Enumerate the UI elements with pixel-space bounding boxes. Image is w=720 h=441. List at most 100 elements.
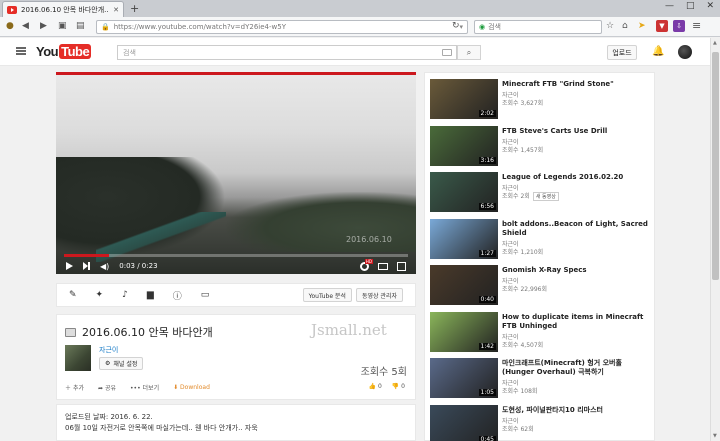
upload-button[interactable]: 업로드 (607, 45, 637, 60)
gear-icon: ⚙ (105, 360, 111, 367)
youtube-logo[interactable]: You Tube (36, 44, 92, 59)
related-video-title[interactable]: How to duplicate items in Minecraft FTB … (502, 313, 650, 331)
browser-menu-icon[interactable]: ● (6, 21, 14, 31)
browser-tab-title: 2016.06.10 안목 바다안개... (21, 5, 110, 14)
reload-icon[interactable]: ↻ (452, 21, 460, 31)
more-label: 더보기 (142, 385, 160, 392)
video-title: 2016.06.10 안목 바다안개 (82, 326, 213, 339)
video-frame[interactable]: 2016.06.10 (56, 72, 416, 274)
related-video-item[interactable]: 1:05 마인크래프트(Minecraft) 헝거 오버홀 (Hunger Ove… (430, 358, 650, 398)
annotations-icon[interactable]: ▆ (147, 290, 154, 300)
dislike-button[interactable]: 👎 0 (392, 383, 405, 390)
next-icon[interactable] (83, 262, 90, 270)
browser-search-bar[interactable]: ◉ 검색 (474, 20, 602, 34)
video-thumbnail[interactable]: 0:45 (430, 404, 498, 441)
related-video-item[interactable]: 6:56 League of Legends 2016.02.20 자근이 조회수 2… (430, 172, 650, 212)
account-avatar[interactable] (678, 45, 692, 59)
related-video-views: 조회수 1,457회 (502, 146, 544, 154)
video-thumbnail[interactable]: 1:27 (430, 218, 498, 259)
related-video-title[interactable]: Gnomish X-Ray Specs (502, 266, 650, 275)
edit-pencil-icon[interactable]: ✎ (69, 290, 77, 300)
search-engine-icon: ◉ (479, 23, 486, 31)
subtitles-icon[interactable]: ▭ (201, 290, 210, 300)
video-date-watermark: 2016.06.10 (346, 235, 392, 244)
new-tab-button[interactable]: + (130, 2, 139, 15)
page-scrollbar[interactable]: ▲ ▼ (710, 38, 720, 441)
info-cards-icon[interactable]: ⓘ (173, 289, 182, 302)
progress-bar[interactable] (64, 254, 408, 257)
fullscreen-icon[interactable] (397, 261, 406, 271)
audio-music-icon[interactable]: ♪ (122, 290, 128, 300)
cursor-icon[interactable]: ➤ (638, 21, 646, 31)
video-thumbnail[interactable]: 0:40 (430, 265, 498, 305)
youtube-favicon-icon (7, 5, 17, 14)
like-button[interactable]: 👍 0 (369, 383, 382, 390)
minimize-icon[interactable]: — (665, 1, 674, 11)
scroll-up-icon[interactable]: ▲ (713, 40, 717, 46)
channel-settings-button[interactable]: ⚙ 채널 설정 (99, 357, 144, 370)
related-video-title[interactable]: FTB Steve's Carts Use Drill (502, 127, 650, 136)
play-icon[interactable] (66, 262, 73, 270)
dropdown-icon[interactable]: ▾ (459, 23, 463, 31)
like-count: 0 (377, 383, 382, 390)
related-video-item[interactable]: 0:45 도현성, 파이널판타지10 리마스터 자근이 조회수 62회 (430, 404, 650, 441)
video-thumbnail[interactable]: 2:02 (430, 79, 498, 119)
video-thumbnail[interactable]: 6:56 (430, 172, 498, 212)
add-to-button[interactable]: ＋ 추가 (65, 383, 84, 392)
share-icon: ➦ (97, 385, 104, 392)
browser-menu-hamburger-icon[interactable]: ≡ (692, 19, 701, 32)
guide-menu-icon[interactable] (16, 47, 26, 55)
video-thumbnail[interactable]: 3:16 (430, 125, 498, 166)
player-controls: ◀) 0:03 / 0:23 (56, 258, 416, 274)
tab-close-icon[interactable]: ✕ (113, 6, 119, 14)
shield-extension-icon[interactable]: ▼ (656, 20, 668, 32)
related-video-item[interactable]: 1:42 How to duplicate items in Minecraft … (430, 311, 650, 352)
forward-icon[interactable]: ▶ (40, 21, 47, 31)
related-video-title[interactable]: 마인크래프트(Minecraft) 헝거 오버홀 (Hunger Overhau… (502, 359, 650, 377)
window-close-icon[interactable]: ✕ (706, 1, 714, 11)
back-icon[interactable]: ◀ (22, 21, 29, 31)
related-video-item[interactable]: 2:02 Minecraft FTB "Grind Stone" 자근이 조회수 3,… (430, 79, 650, 119)
more-button[interactable]: ••• 더보기 (130, 383, 159, 392)
search-button[interactable]: ⌕ (457, 45, 481, 60)
theater-mode-icon[interactable] (378, 262, 388, 270)
home-icon[interactable]: ⌂ (622, 21, 628, 31)
volume-icon[interactable]: ◀) (100, 262, 109, 271)
download-extension-icon[interactable]: ⇩ (673, 20, 685, 32)
related-video-views: 조회수 62회 (502, 425, 534, 433)
settings-icon[interactable] (360, 258, 373, 271)
video-duration: 0:45 (478, 435, 496, 441)
scroll-down-icon[interactable]: ▼ (713, 433, 717, 439)
related-video-title[interactable]: Minecraft FTB "Grind Stone" (502, 80, 650, 89)
description-text: 06월 10일 자전거로 안목쪽에 마실가는데.. 웬 바다 안개가.. 자욱 (65, 424, 258, 432)
share-button[interactable]: ➦ 공유 (98, 383, 116, 392)
enhance-wand-icon[interactable]: ✦ (96, 290, 104, 300)
youtube-search-input[interactable]: 검색 (117, 45, 457, 60)
related-video-item[interactable]: 1:27 bolt addons..Beacon of Light, Sacred… (430, 218, 650, 259)
browser-search-placeholder: 검색 (488, 23, 501, 31)
star-icon[interactable]: ☆ (606, 21, 614, 31)
channel-avatar[interactable] (65, 345, 91, 371)
video-manager-button[interactable]: 동영상 관리자 (355, 288, 403, 302)
related-video-title[interactable]: 도현성, 파이널판타지10 리마스터 (502, 406, 650, 415)
video-thumbnail[interactable]: 1:42 (430, 311, 498, 352)
browser-tab-strip: 2016.06.10 안목 바다안개... ✕ + — □ ✕ (0, 0, 720, 17)
address-bar[interactable]: 🔒 https://www.youtube.com/watch?v=dY26ie… (96, 20, 468, 34)
youtube-analytics-button[interactable]: YouTube 분석 (302, 288, 352, 302)
video-player[interactable]: 2016.06.10 ◀) 0:03 / 0:23 (56, 72, 416, 274)
channel-name-link[interactable]: 자근이 (99, 345, 118, 355)
keyboard-icon[interactable] (442, 49, 452, 56)
related-video-title[interactable]: bolt addons..Beacon of Light, Sacred Shi… (502, 220, 650, 238)
published-date: 업로드된 날짜: 2016. 6. 22. (65, 413, 153, 421)
video-thumbnail[interactable]: 1:05 (430, 358, 498, 398)
browser-tab[interactable]: 2016.06.10 안목 바다안개... ✕ (2, 1, 124, 17)
reader-icon[interactable]: ▤ (76, 21, 85, 31)
related-video-item[interactable]: 3:16 FTB Steve's Carts Use Drill 자근이 조회수 1,… (430, 125, 650, 166)
related-video-item[interactable]: 0:40 Gnomish X-Ray Specs 자근이 조회수 22,996회 (430, 265, 650, 305)
notification-bell-icon[interactable]: 🔔 (652, 46, 664, 57)
tab-list-icon[interactable]: ▣ (58, 21, 67, 31)
download-button[interactable]: ⬇ Download (173, 384, 210, 391)
scroll-thumb[interactable] (712, 52, 719, 280)
maximize-icon[interactable]: □ (686, 1, 695, 11)
related-video-title[interactable]: League of Legends 2016.02.20 (502, 173, 650, 182)
